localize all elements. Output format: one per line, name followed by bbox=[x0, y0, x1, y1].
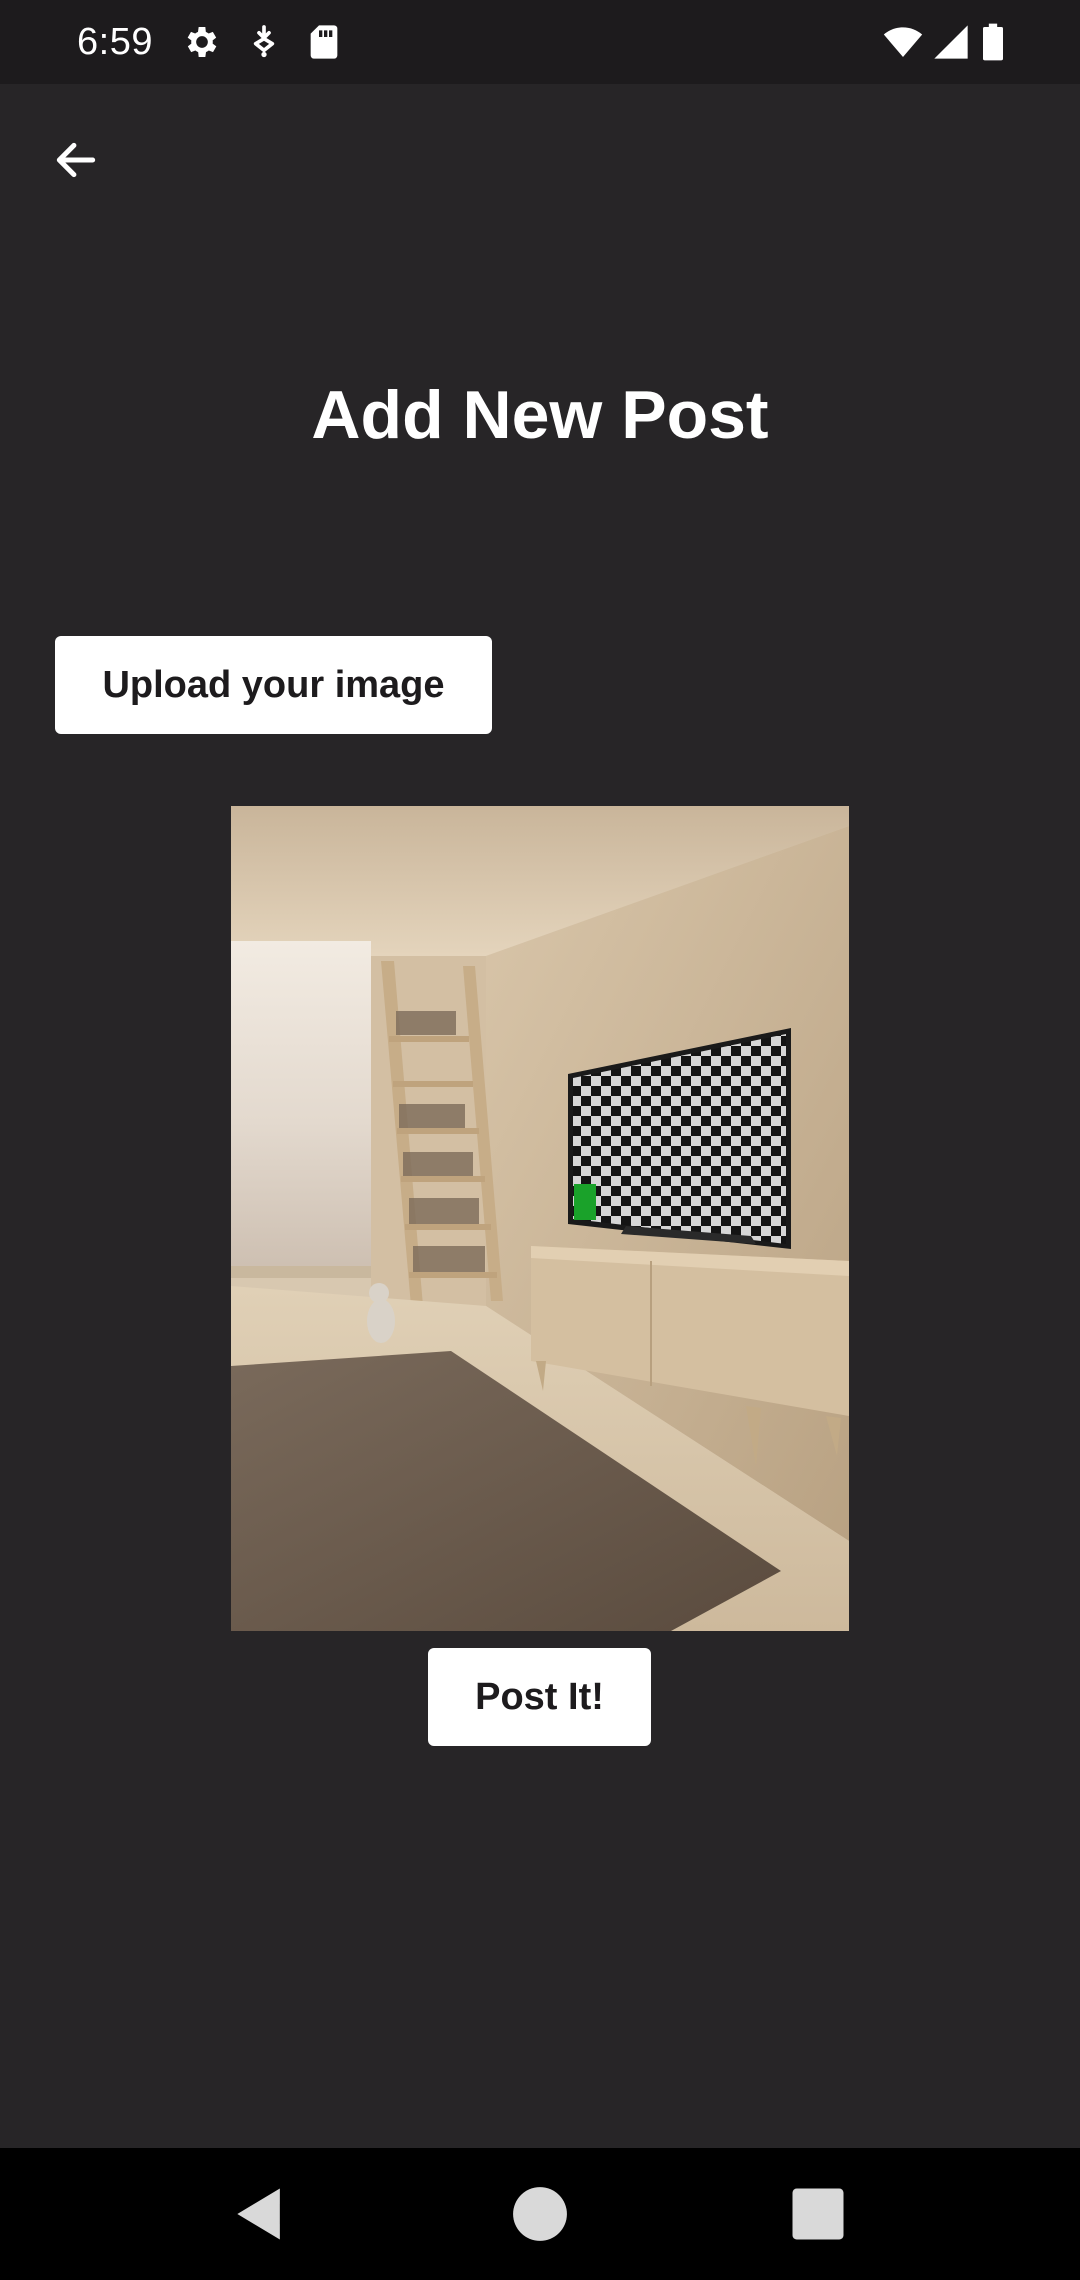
recents-square-icon bbox=[792, 2188, 844, 2240]
add-post-screen: 6:59 Add New Post Upload your image Post… bbox=[0, 0, 1080, 2280]
nav-recents-button[interactable] bbox=[784, 2180, 852, 2248]
page-title: Add New Post bbox=[311, 377, 769, 453]
upload-image-button[interactable]: Upload your image bbox=[55, 636, 492, 734]
wifi-icon bbox=[880, 22, 926, 62]
system-navigation-bar bbox=[0, 2148, 1080, 2280]
nav-back-button[interactable] bbox=[226, 2180, 294, 2248]
signal-icon bbox=[930, 22, 972, 62]
home-circle-icon bbox=[513, 2187, 567, 2241]
back-button[interactable] bbox=[40, 124, 112, 196]
nav-home-button[interactable] bbox=[506, 2180, 574, 2248]
status-time: 6:59 bbox=[77, 21, 153, 63]
arrow-left-icon bbox=[56, 142, 96, 178]
sd-card-icon bbox=[304, 22, 344, 62]
back-triangle-icon bbox=[237, 2188, 280, 2240]
status-bar: 6:59 bbox=[0, 0, 1080, 84]
post-it-button[interactable]: Post It! bbox=[428, 1648, 651, 1746]
battery-icon bbox=[978, 22, 1008, 62]
image-preview bbox=[231, 806, 849, 1631]
gear-icon bbox=[182, 22, 222, 62]
download-icon bbox=[244, 22, 284, 62]
